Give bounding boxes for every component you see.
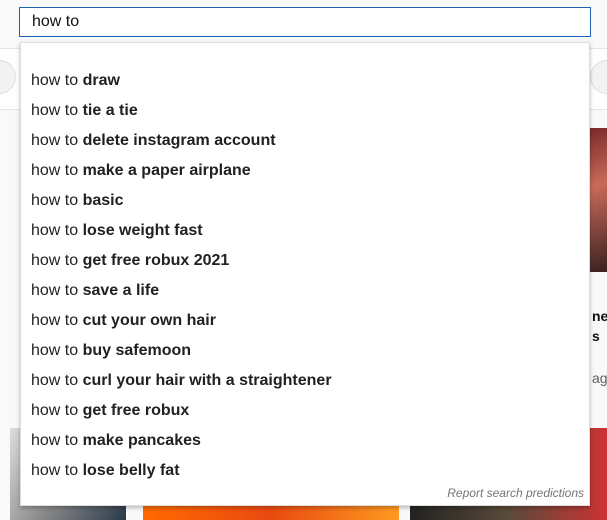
suggestion-item[interactable]: how to curl your hair with a straightene…	[21, 366, 589, 396]
video-title-fragment[interactable]: ne	[592, 308, 607, 324]
suggestion-prefix: how to	[31, 72, 83, 89]
report-search-predictions-link[interactable]: Report search predictions	[447, 486, 584, 500]
suggestion-item[interactable]: how to lose belly fat	[21, 456, 589, 486]
suggestion-prefix: how to	[31, 342, 83, 359]
search-suggestions-dropdown: how to draw how to tie a tie how to delete…	[20, 42, 590, 506]
suggestion-item[interactable]: how to save a life	[21, 276, 589, 306]
suggestion-completion: make a paper airplane	[82, 162, 251, 179]
video-title-fragment[interactable]: s	[592, 328, 600, 344]
suggestion-item[interactable]: how to cut your own hair	[21, 306, 589, 336]
suggestion-prefix: how to	[31, 402, 83, 419]
suggestion-prefix: how to	[31, 372, 83, 389]
suggestion-item[interactable]: how to buy safemoon	[21, 336, 589, 366]
suggestion-item[interactable]: how to draw	[21, 66, 589, 96]
video-thumbnail[interactable]	[590, 128, 607, 272]
search-input[interactable]	[20, 8, 590, 36]
suggestion-item[interactable]: how to basic	[21, 186, 589, 216]
suggestion-completion: get free robux	[82, 402, 190, 419]
suggestion-item[interactable]: how to make a paper airplane	[21, 156, 589, 186]
suggestion-item[interactable]: how to get free robux 2021	[21, 246, 589, 276]
suggestion-prefix: how to	[31, 462, 83, 479]
suggestion-prefix: how to	[31, 192, 83, 209]
video-meta-fragment: ag	[592, 370, 607, 386]
suggestion-completion: make pancakes	[82, 432, 201, 449]
suggestion-item[interactable]: how to tie a tie	[21, 96, 589, 126]
suggestion-prefix: how to	[31, 252, 83, 269]
suggestion-completion: cut your own hair	[82, 312, 216, 329]
suggestion-item[interactable]: how to get free robux	[21, 396, 589, 426]
suggestion-completion: curl your hair with a straightener	[82, 372, 332, 389]
search-box	[19, 7, 591, 37]
suggestion-completion: save a life	[82, 282, 160, 299]
suggestion-completion: tie a tie	[82, 102, 138, 119]
suggestion-item[interactable]: how to lose weight fast	[21, 216, 589, 246]
suggestion-completion: buy safemoon	[82, 342, 192, 359]
suggestion-completion: delete instagram account	[82, 132, 276, 149]
suggestion-prefix: how to	[31, 312, 83, 329]
suggestion-prefix: how to	[31, 222, 83, 239]
suggestion-completion: draw	[82, 72, 120, 89]
suggestion-completion: get free robux 2021	[82, 252, 230, 269]
suggestion-completion: basic	[82, 192, 124, 209]
suggestion-prefix: how to	[31, 432, 83, 449]
suggestion-prefix: how to	[31, 282, 83, 299]
suggestion-completion: lose weight fast	[82, 222, 203, 239]
suggestion-prefix: how to	[31, 132, 83, 149]
suggestion-prefix: how to	[31, 162, 83, 179]
suggestion-list: how to draw how to tie a tie how to delete…	[21, 66, 589, 486]
suggestion-completion: lose belly fat	[82, 462, 180, 479]
suggestion-item[interactable]: how to delete instagram account	[21, 126, 589, 156]
suggestion-prefix: how to	[31, 102, 83, 119]
suggestion-item[interactable]: how to make pancakes	[21, 426, 589, 456]
